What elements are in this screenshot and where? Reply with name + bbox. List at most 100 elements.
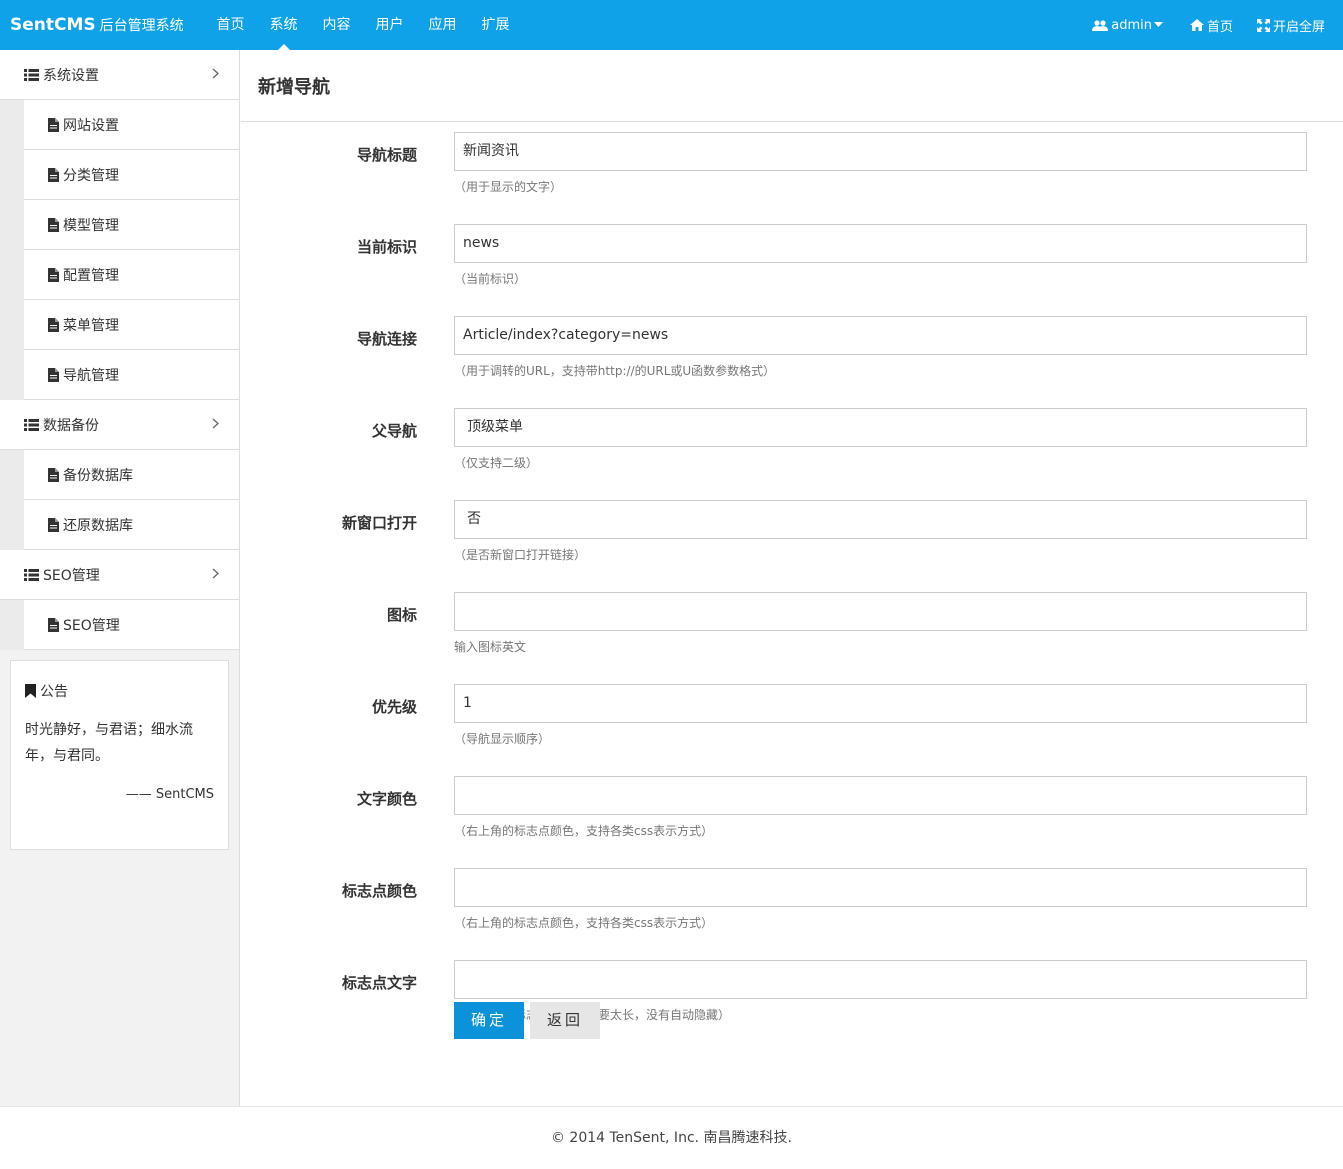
- back-button[interactable]: 返回: [530, 1002, 600, 1039]
- form-row-priority: 优先级 1 （导航显示顺序）: [241, 674, 1343, 766]
- text-color-input[interactable]: [454, 776, 1307, 815]
- field-label: 图标: [386, 606, 417, 624]
- sidebar-group-system-settings[interactable]: 系统设置: [0, 50, 239, 100]
- new-window-select[interactable]: 否: [454, 500, 1307, 539]
- top-nav-system[interactable]: 系统: [257, 0, 310, 50]
- field-help: （仅支持二级）: [454, 456, 539, 470]
- field-label: 导航连接: [356, 330, 417, 348]
- sidebar: 系统设置 网站设置 分类管理 模型管理 配置管理 菜单管理 导航管理 数据备份 …: [0, 50, 240, 1106]
- priority-input[interactable]: 1: [454, 684, 1307, 723]
- sidebar-group-seo-items: SEO管理: [0, 600, 239, 650]
- form-row-badge-color: 标志点颜色 （右上角的标志点颜色，支持各类css表示方式）: [241, 858, 1343, 950]
- sidebar-item-label: 还原数据库: [63, 517, 133, 534]
- home-link-label: 首页: [1206, 19, 1233, 35]
- fullscreen-icon: [1256, 18, 1270, 32]
- sidebar-item-restore-database[interactable]: 还原数据库: [24, 500, 239, 550]
- notice-title: 公告: [40, 684, 68, 700]
- sidebar-item-label: 配置管理: [63, 267, 119, 284]
- file-icon: [48, 617, 59, 632]
- file-icon: [48, 117, 59, 132]
- sidebar-item-label: 网站设置: [63, 117, 119, 134]
- top-nav-apps[interactable]: 应用: [416, 0, 469, 50]
- badge-color-input[interactable]: [454, 868, 1307, 907]
- notice-signature: —— SentCMS: [125, 787, 214, 802]
- field-help: （右上角的标志点颜色，支持各类css表示方式）: [454, 824, 714, 838]
- brand[interactable]: SentCMS 后台管理系统: [10, 0, 184, 50]
- form-row-identifier: 当前标识 news （当前标识）: [241, 214, 1343, 306]
- field-help: （导航显示顺序）: [454, 732, 551, 746]
- identifier-input[interactable]: news: [454, 224, 1307, 263]
- field-help: （用于显示的文字）: [454, 180, 563, 194]
- top-nav-extend[interactable]: 扩展: [469, 0, 522, 50]
- sidebar-item-config-management[interactable]: 配置管理: [24, 250, 239, 300]
- sidebar-group-label: 系统设置: [43, 67, 99, 84]
- sidebar-group-data-backup-items: 备份数据库 还原数据库: [0, 450, 239, 550]
- top-bar: SentCMS 后台管理系统 首页 系统 内容 用户 应用 扩展 admin 首页…: [0, 0, 1343, 50]
- sidebar-group-data-backup[interactable]: 数据备份: [0, 400, 239, 450]
- field-help: （当前标识）: [454, 272, 527, 286]
- icon-input[interactable]: [454, 592, 1307, 631]
- fullscreen-label: 开启全屏: [1272, 19, 1325, 35]
- file-icon: [48, 467, 59, 482]
- users-icon: [1092, 19, 1109, 31]
- sidebar-group-label: 数据备份: [43, 417, 99, 434]
- field-label: 优先级: [371, 698, 417, 716]
- file-icon: [48, 167, 59, 182]
- top-nav: 首页 系统 内容 用户 应用 扩展: [204, 0, 522, 50]
- sidebar-item-category-management[interactable]: 分类管理: [24, 150, 239, 200]
- sidebar-item-menu-management[interactable]: 菜单管理: [24, 300, 239, 350]
- parent-nav-select[interactable]: 顶级菜单: [454, 408, 1307, 447]
- field-label: 当前标识: [356, 238, 417, 256]
- form-row-badge-text: 标志点文字 （右上角的标志点文字，不要太长，没有自动隐藏）: [241, 950, 1343, 1042]
- notice-text: 时光静好，与君语；细水流年，与君同。: [25, 722, 193, 764]
- sidebar-item-label: 菜单管理: [63, 317, 119, 334]
- form-actions: 确定 返回: [454, 1002, 600, 1039]
- submit-button[interactable]: 确定: [454, 1002, 524, 1039]
- list-icon: [24, 418, 39, 431]
- file-icon: [48, 317, 59, 332]
- sidebar-item-backup-database[interactable]: 备份数据库: [24, 450, 239, 500]
- sidebar-item-label: 分类管理: [63, 167, 119, 184]
- field-label: 标志点文字: [341, 974, 417, 992]
- top-nav-content[interactable]: 内容: [310, 0, 363, 50]
- top-nav-home[interactable]: 首页: [204, 0, 257, 50]
- field-label: 文字颜色: [356, 790, 417, 808]
- form-row-text-color: 文字颜色 （右上角的标志点颜色，支持各类css表示方式）: [241, 766, 1343, 858]
- sidebar-item-model-management[interactable]: 模型管理: [24, 200, 239, 250]
- form-row-url: 导航连接 Article/index?category=news （用于调转的U…: [241, 306, 1343, 398]
- form-row-icon: 图标 输入图标英文: [241, 582, 1343, 674]
- sidebar-group-system-settings-items: 网站设置 分类管理 模型管理 配置管理 菜单管理 导航管理: [0, 100, 239, 400]
- nav-title-input[interactable]: 新闻资讯: [454, 132, 1307, 171]
- sidebar-item-seo-management[interactable]: SEO管理: [24, 600, 239, 650]
- sidebar-item-nav-management[interactable]: 导航管理: [24, 350, 239, 400]
- field-label: 父导航: [371, 422, 417, 440]
- list-icon: [24, 568, 39, 581]
- form-row-parent: 父导航 顶级菜单 （仅支持二级）: [241, 398, 1343, 490]
- sidebar-item-label: 备份数据库: [63, 467, 133, 484]
- form-row-new-window: 新窗口打开 否 （是否新窗口打开链接）: [241, 490, 1343, 582]
- user-menu[interactable]: admin: [1092, 18, 1166, 33]
- file-icon: [48, 517, 59, 532]
- sidebar-group-seo[interactable]: SEO管理: [0, 550, 239, 600]
- notice-panel: 公告 时光静好，与君语；细水流年，与君同。 —— SentCMS: [10, 660, 229, 850]
- badge-text-input[interactable]: [454, 960, 1307, 999]
- brand-subtitle: 后台管理系统: [99, 18, 184, 34]
- top-nav-users[interactable]: 用户: [363, 0, 416, 50]
- sidebar-item-site-settings[interactable]: 网站设置: [24, 100, 239, 150]
- nav-url-input[interactable]: Article/index?category=news: [454, 316, 1307, 355]
- sidebar-group-label: SEO管理: [43, 567, 100, 584]
- fullscreen-link[interactable]: 开启全屏: [1256, 16, 1325, 35]
- page-title: 新增导航: [241, 50, 1343, 122]
- brand-name: SentCMS: [10, 15, 96, 35]
- field-help: （是否新窗口打开链接）: [454, 548, 587, 562]
- sidebar-item-label: SEO管理: [63, 617, 120, 634]
- sidebar-item-label: 模型管理: [63, 217, 119, 234]
- home-icon: [1189, 19, 1204, 31]
- list-icon: [24, 68, 39, 81]
- field-help: （用于调转的URL，支持带http://的URL或U函数参数格式）: [454, 364, 776, 378]
- home-link[interactable]: 首页: [1189, 16, 1233, 35]
- form-row-title: 导航标题 新闻资讯 （用于显示的文字）: [241, 122, 1343, 214]
- top-right-links: admin 首页 开启全屏: [1068, 0, 1325, 50]
- bookmark-icon: [25, 684, 36, 698]
- field-label: 标志点颜色: [341, 882, 417, 900]
